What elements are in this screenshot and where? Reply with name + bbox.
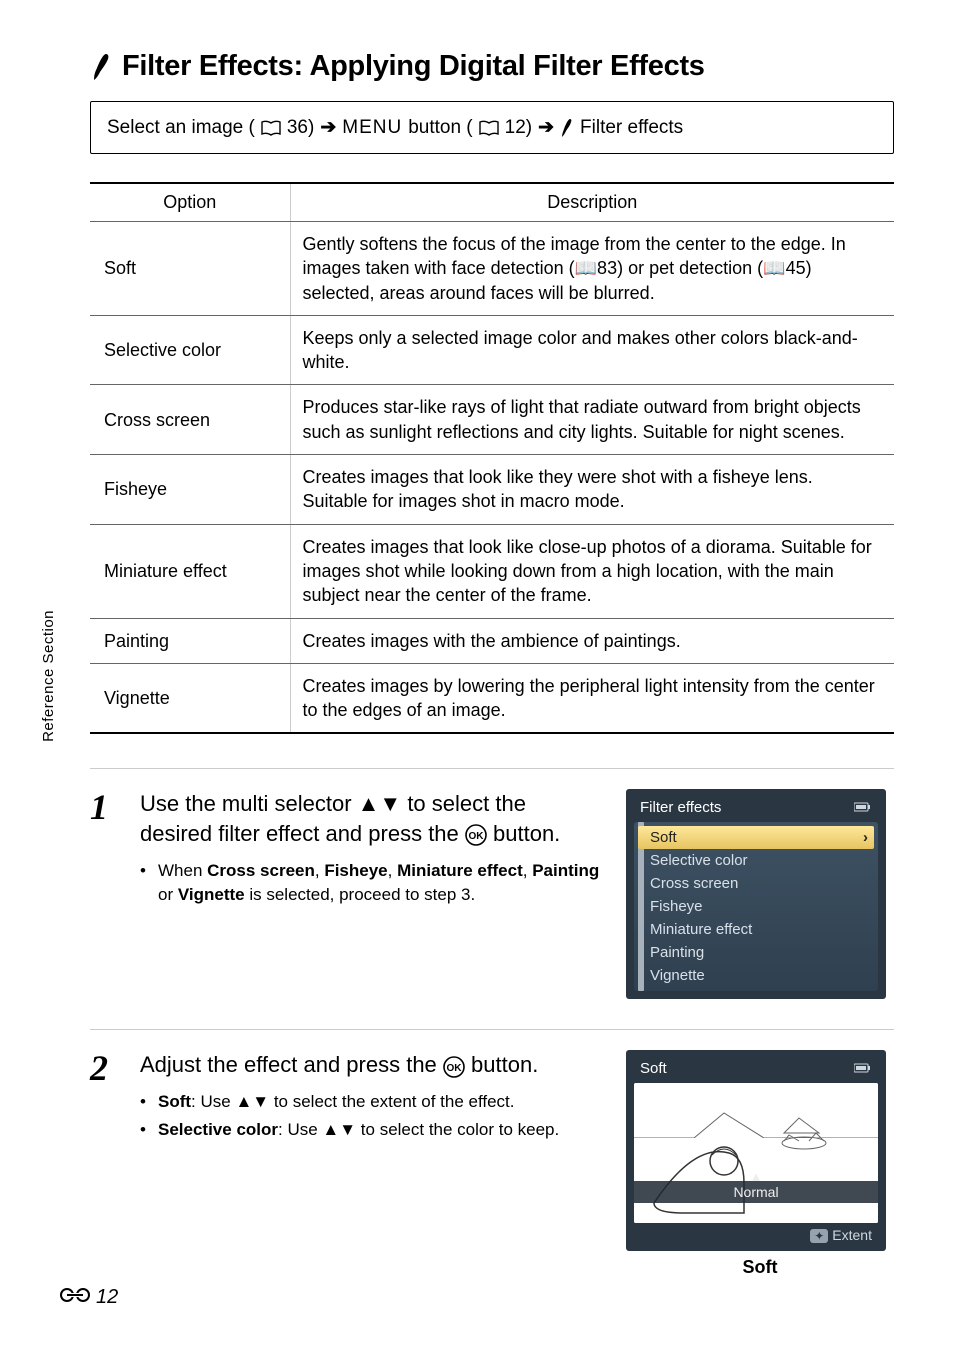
book-ref-icon <box>479 120 499 136</box>
extent-value: Normal <box>733 1184 778 1200</box>
desc: Keeps only a selected image color and ma… <box>290 315 894 385</box>
table-row: SoftGently softens the focus of the imag… <box>90 222 894 316</box>
step-title: Adjust the effect and press the OK butto… <box>140 1050 604 1080</box>
preview-caption: Soft <box>626 1257 894 1278</box>
table-row: Selective colorKeeps only a selected ima… <box>90 315 894 385</box>
breadcrumb-ref1: 36) <box>287 117 314 139</box>
desc: Creates images that look like close-up p… <box>290 524 894 618</box>
opt: Miniature effect <box>90 524 290 618</box>
lcd-item-soft[interactable]: Soft <box>638 826 874 849</box>
brush-icon <box>560 118 574 138</box>
desc: Creates images with the ambience of pain… <box>290 618 894 663</box>
desc: Gently softens the focus of the image fr… <box>290 222 894 316</box>
breadcrumb-filter: Filter effects <box>580 117 683 139</box>
desc: Creates images by lowering the periphera… <box>290 663 894 733</box>
lcd-item[interactable]: Miniature effect <box>634 918 878 941</box>
table-row: FisheyeCreates images that look like the… <box>90 455 894 525</box>
table-row: PaintingCreates images with the ambience… <box>90 618 894 663</box>
breadcrumb: Select an image ( 36) ➔ MENU button ( 12… <box>90 101 894 154</box>
preview-canvas: Normal <box>634 1083 878 1223</box>
opt: Soft <box>90 222 290 316</box>
arrow-icon: ➔ <box>320 116 336 139</box>
table-row: VignetteCreates images by lowering the p… <box>90 663 894 733</box>
opt: Vignette <box>90 663 290 733</box>
step-number: 1 <box>90 789 118 999</box>
opt: Fisheye <box>90 455 290 525</box>
section-tab: Reference Section <box>40 610 57 742</box>
table-row: Miniature effectCreates images that look… <box>90 524 894 618</box>
desc: Creates images that look like they were … <box>290 455 894 525</box>
step-number: 2 <box>90 1050 118 1278</box>
page-number: 12 <box>96 1286 118 1309</box>
step-2: 2 Adjust the effect and press the OK but… <box>90 1029 894 1308</box>
brush-icon <box>90 52 112 82</box>
lcd-item[interactable]: Selective color <box>634 849 878 872</box>
extent-bar[interactable]: Normal <box>634 1181 878 1203</box>
page-footer: 12 <box>60 1286 118 1309</box>
lcd-item[interactable]: Cross screen <box>634 872 878 895</box>
opt: Cross screen <box>90 385 290 455</box>
breadcrumb-text: Select an image ( <box>107 117 255 139</box>
lcd-item[interactable]: Vignette <box>634 964 878 987</box>
lcd-item[interactable]: Fisheye <box>634 895 878 918</box>
lcd-item[interactable]: Painting <box>634 941 878 964</box>
svg-text:OK: OK <box>446 1063 462 1074</box>
col-option: Option <box>90 183 290 222</box>
breadcrumb-text2: button ( <box>408 117 472 139</box>
lcd2-title: Soft <box>640 1060 667 1077</box>
step-bullet: Soft: Use ▲▼ to select the extent of the… <box>140 1090 604 1114</box>
link-icon <box>60 1286 90 1309</box>
step-title: Use the multi selector ▲▼ to select the … <box>140 789 604 848</box>
page-title: Filter Effects: Applying Digital Filter … <box>122 50 705 83</box>
svg-text:OK: OK <box>468 831 484 842</box>
ok-button-icon: OK <box>465 824 487 846</box>
battery-icon <box>854 799 872 816</box>
desc: Produces star-like rays of light that ra… <box>290 385 894 455</box>
lcd-filter-list: Filter effects Soft Selective color Cros… <box>626 789 886 999</box>
lcd-soft-preview: Soft <box>626 1050 886 1251</box>
lcd2-footer: ✦Extent <box>634 1223 878 1243</box>
effects-table: Option Description SoftGently softens th… <box>90 182 894 734</box>
step-bullet: When Cross screen, Fisheye, Miniature ef… <box>140 859 604 907</box>
menu-glyph: MENU <box>342 117 402 139</box>
breadcrumb-ref2: 12) <box>505 117 532 139</box>
book-ref-icon <box>261 120 281 136</box>
ok-button-icon: OK <box>443 1056 465 1078</box>
opt: Selective color <box>90 315 290 385</box>
arrow-icon: ➔ <box>538 116 554 139</box>
step-1: 1 Use the multi selector ▲▼ to select th… <box>90 768 894 1029</box>
dpad-icon: ✦ <box>810 1229 828 1243</box>
table-row: Cross screenProduces star-like rays of l… <box>90 385 894 455</box>
battery-icon <box>854 1060 872 1077</box>
step-bullet: Selective color: Use ▲▼ to select the co… <box>140 1118 604 1142</box>
opt: Painting <box>90 618 290 663</box>
lcd-title: Filter effects <box>640 799 721 816</box>
col-description: Description <box>290 183 894 222</box>
